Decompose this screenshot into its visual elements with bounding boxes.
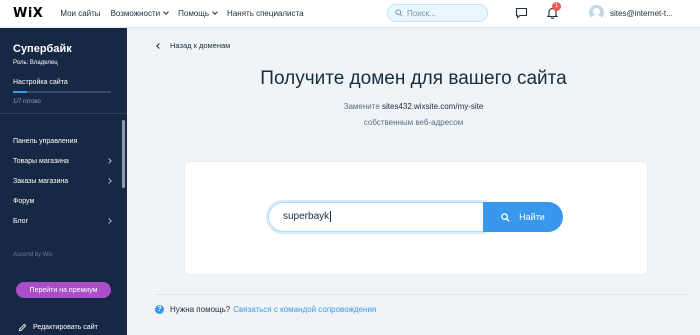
help-row: ? Нужна помощь? Связаться с командой соп… (155, 305, 376, 314)
sidebar-item-store-orders[interactable]: Заказы магазина (13, 171, 113, 191)
sidebar-item-forum[interactable]: Форум (13, 191, 113, 211)
chevron-right-icon (106, 158, 112, 164)
wix-logo[interactable]: WiX (13, 6, 43, 21)
page-subtitle: Замените sites432.wixsite.com/my-site (343, 102, 484, 111)
pencil-icon (18, 323, 27, 332)
page-subtitle-line2: собственным веб-адресом (363, 118, 464, 127)
back-to-domains-link[interactable]: Назад к доменам (156, 41, 230, 50)
nav-my-sites[interactable]: Мои сайты (60, 9, 100, 18)
avatar[interactable] (589, 5, 604, 20)
edit-site-button[interactable]: Редактировать сайт (18, 323, 98, 332)
nav-features[interactable]: Возможности (111, 9, 169, 18)
chevron-down-icon (163, 9, 169, 15)
search-input[interactable]: Поиск... (387, 4, 488, 22)
user-role: Роль: Владелец (13, 60, 58, 66)
chevron-right-icon (106, 178, 112, 184)
sidebar: Супербайк Роль: Владелец Настройка сайта… (0, 28, 127, 335)
sidebar-scrollbar[interactable] (122, 120, 125, 188)
setup-progress-text: 1/7 готово (13, 99, 41, 105)
find-domain-button[interactable]: Найти (483, 202, 563, 232)
upgrade-premium-button[interactable]: Перейти на премиум (16, 282, 111, 298)
page-title: Получите домен для вашего сайта (260, 68, 567, 89)
top-nav: Мои сайты Возможности Помощь Нанять спец… (60, 9, 313, 18)
chevron-left-icon (156, 42, 162, 49)
notification-badge: 1 (552, 2, 561, 11)
question-icon: ? (155, 305, 164, 314)
search-placeholder: Поиск... (407, 8, 436, 18)
help-question: Нужна помощь? (170, 305, 231, 314)
nav-help[interactable]: Помощь (178, 9, 218, 18)
current-site-url: sites432.wixsite.com/my-site (382, 102, 484, 111)
user-email[interactable]: sites@internet-t... (610, 9, 700, 18)
sidebar-menu: Панель управления Товары магазина Заказы… (13, 131, 113, 231)
site-name[interactable]: Супербайк (13, 43, 72, 55)
text-caret (330, 210, 332, 222)
search-icon (395, 9, 403, 17)
sidebar-divider (0, 113, 127, 114)
setup-progress-fill (13, 91, 27, 93)
domain-search-input[interactable]: superbayk (268, 202, 484, 232)
ascend-by-wix-label: Ascend by Wix (13, 252, 53, 258)
chevron-right-icon (106, 218, 112, 224)
nav-hire-expert[interactable]: Нанять специалиста (227, 9, 303, 18)
contact-support-link[interactable]: Связаться с командой сопровождения (233, 305, 376, 314)
footer-divider (155, 294, 690, 295)
chevron-down-icon (212, 9, 218, 15)
setup-progress-bar (13, 91, 111, 93)
sidebar-item-store-products[interactable]: Товары магазина (13, 151, 113, 171)
chat-icon[interactable] (515, 7, 528, 19)
search-icon (501, 212, 510, 222)
sidebar-item-blog[interactable]: Блог (13, 211, 113, 231)
site-setup-title[interactable]: Настройка сайта (13, 79, 68, 86)
sidebar-item-dashboard[interactable]: Панель управления (13, 131, 113, 151)
